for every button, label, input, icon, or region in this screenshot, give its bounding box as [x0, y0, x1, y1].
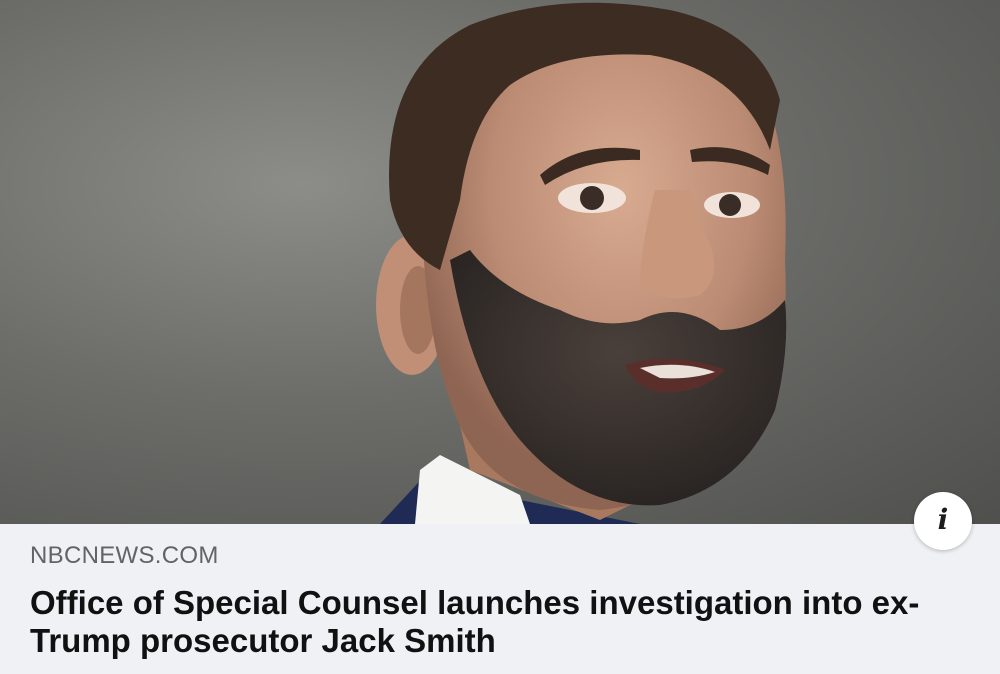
article-headline[interactable]: Office of Special Counsel launches inves… [30, 584, 950, 660]
link-preview-card[interactable]: i NBCNEWS.COM Office of Special Counsel … [0, 0, 1000, 674]
portrait-illustration [376, 2, 787, 524]
preview-image[interactable] [0, 0, 1000, 524]
info-button[interactable]: i [914, 492, 972, 550]
info-icon: i [937, 503, 949, 536]
source-domain: NBCNEWS.COM [30, 542, 219, 569]
link-preview-meta: NBCNEWS.COM Office of Special Counsel la… [0, 524, 1000, 674]
